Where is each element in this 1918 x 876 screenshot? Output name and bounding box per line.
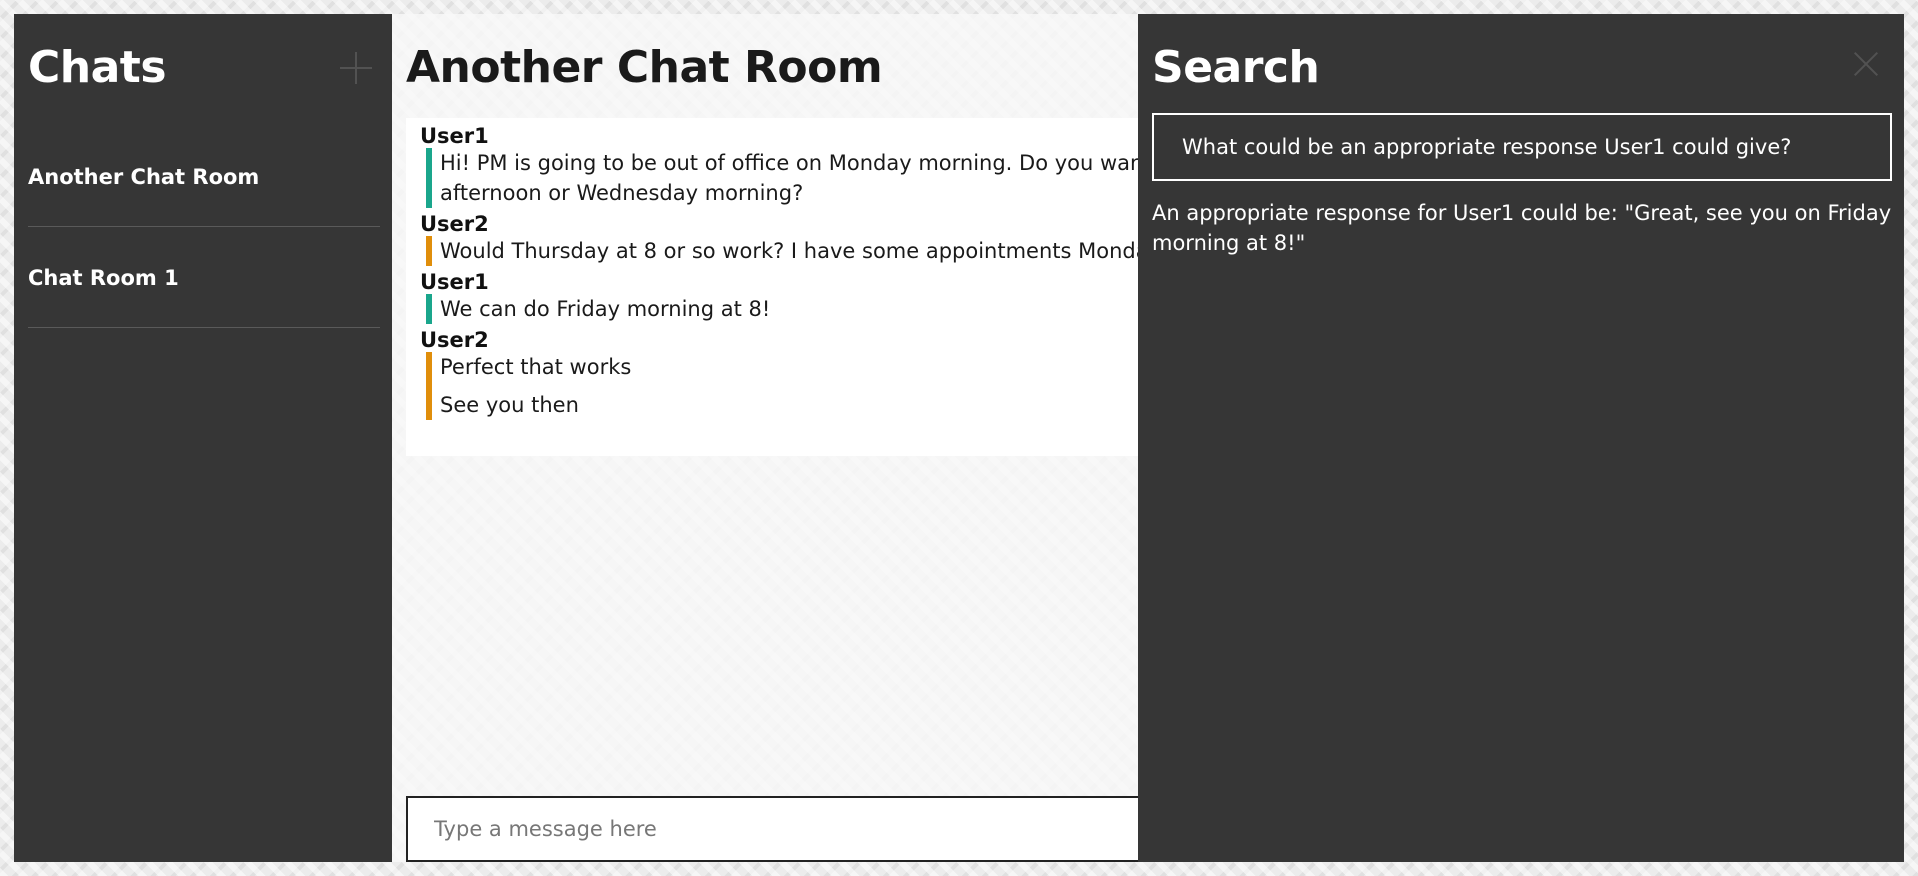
plus-icon[interactable]: [340, 52, 372, 84]
message-author: User2: [420, 328, 489, 352]
chat-item-another-chat-room[interactable]: Another Chat Room: [28, 126, 380, 227]
message-author: User1: [420, 124, 489, 148]
close-icon[interactable]: [1852, 50, 1880, 78]
search-result: An appropriate response for User1 could …: [1152, 201, 1892, 255]
search-input[interactable]: [1152, 113, 1892, 181]
message-body: We can do Friday morning at 8!: [426, 294, 1138, 324]
message-list: User1 Hi! PM is going to be out of offic…: [406, 118, 1138, 456]
message-group: User1 Hi! PM is going to be out of offic…: [420, 124, 1138, 208]
message-text: We can do Friday morning at 8!: [440, 297, 771, 321]
message-group: User2 Perfect that works See you then: [420, 328, 1138, 420]
message-text: See you then: [440, 393, 579, 417]
message-body: Hi! PM is going to be out of office on M…: [426, 148, 1138, 208]
message-body: Perfect that works See you then: [426, 352, 1138, 420]
sidebar-title: Chats: [28, 42, 167, 93]
search-panel: Search An appropriate response for User1…: [1138, 14, 1904, 862]
message-text: Would Thursday at 8 or so work? I have s…: [440, 239, 1138, 263]
chat-main-area: Another Chat Room User1 Hi! PM is going …: [392, 14, 1138, 862]
chat-item-chat-room-1[interactable]: Chat Room 1: [28, 227, 380, 328]
message-author: User1: [420, 270, 489, 294]
room-title: Another Chat Room: [406, 42, 883, 93]
search-title: Search: [1152, 42, 1320, 93]
message-text: afternoon or Wednesday morning?: [440, 181, 804, 205]
message-group: User1 We can do Friday morning at 8!: [420, 270, 1138, 324]
message-author: User2: [420, 212, 489, 236]
message-group: User2 Would Thursday at 8 or so work? I …: [420, 212, 1138, 266]
message-input[interactable]: [406, 796, 1138, 862]
message-text: Perfect that works: [440, 355, 632, 379]
message-body: Would Thursday at 8 or so work? I have s…: [426, 236, 1138, 266]
chat-list: Another Chat Room Chat Room 1: [28, 126, 380, 328]
chats-sidebar: Chats Another Chat Room Chat Room 1: [14, 14, 392, 862]
message-text: Hi! PM is going to be out of office on M…: [440, 151, 1138, 175]
